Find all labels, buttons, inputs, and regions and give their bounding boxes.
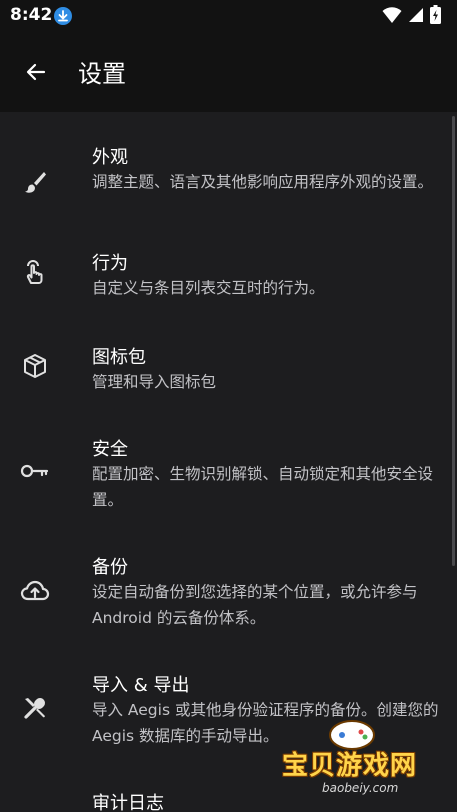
settings-item-appearance[interactable]: 外观 调整主题、语言及其他影响应用程序外观的设置。	[0, 122, 457, 226]
settings-list: 外观 调整主题、语言及其他影响应用程序外观的设置。 行为 自定义与条目列表交互时…	[0, 112, 457, 812]
settings-item-title: 图标包	[92, 347, 146, 368]
settings-item-title: 备份	[92, 557, 128, 578]
status-icons	[382, 5, 441, 24]
settings-item-title: 审计日志	[92, 793, 164, 812]
download-notification-icon	[54, 7, 72, 25]
watermark-text: 宝贝游戏网	[282, 751, 418, 781]
touch-icon	[20, 257, 50, 287]
package-icon	[20, 351, 50, 381]
settings-item-summary: 配置加密、生物识别解锁、自动锁定和其他安全设置。	[92, 465, 434, 509]
status-bar: 8:42	[0, 0, 457, 32]
brush-icon	[20, 167, 50, 197]
status-time: 8:42	[10, 5, 53, 25]
arrow-back-icon	[26, 63, 46, 81]
tools-icon	[20, 693, 50, 723]
settings-item-behavior[interactable]: 行为 自定义与条目列表交互时的行为。	[0, 244, 457, 324]
app-bar: 设置	[0, 32, 457, 112]
settings-item-backups[interactable]: 备份 设定自动备份到您选择的某个位置，或允许参与 Android 的云备份体系。	[0, 548, 457, 652]
battery-charging-icon	[430, 5, 441, 24]
scrollbar[interactable]	[452, 116, 455, 566]
watermark-url: baobeiy.com	[322, 781, 399, 795]
settings-item-icon-packs[interactable]: 图标包 管理和导入图标包	[0, 338, 457, 418]
settings-item-title: 导入 & 导出	[92, 675, 190, 696]
signal-icon	[409, 7, 423, 22]
settings-item-summary: 管理和导入图标包	[92, 373, 217, 391]
back-button[interactable]	[20, 56, 52, 88]
settings-item-summary: 调整主题、语言及其他影响应用程序外观的设置。	[92, 173, 434, 191]
wifi-icon	[382, 6, 402, 23]
page-title: 设置	[78, 60, 126, 88]
settings-item-title: 外观	[92, 147, 128, 168]
watermark: 宝贝游戏网 baobeiy.com	[272, 715, 432, 805]
cloud-upload-icon	[20, 576, 50, 606]
settings-item-summary: 自定义与条目列表交互时的行为。	[92, 279, 325, 297]
settings-item-title: 行为	[92, 253, 128, 274]
settings-item-security[interactable]: 安全 配置加密、生物识别解锁、自动锁定和其他安全设置。	[0, 430, 457, 534]
settings-item-summary: 设定自动备份到您选择的某个位置，或允许参与 Android 的云备份体系。	[92, 583, 418, 627]
settings-item-title: 安全	[92, 439, 128, 460]
key-icon	[20, 456, 50, 486]
